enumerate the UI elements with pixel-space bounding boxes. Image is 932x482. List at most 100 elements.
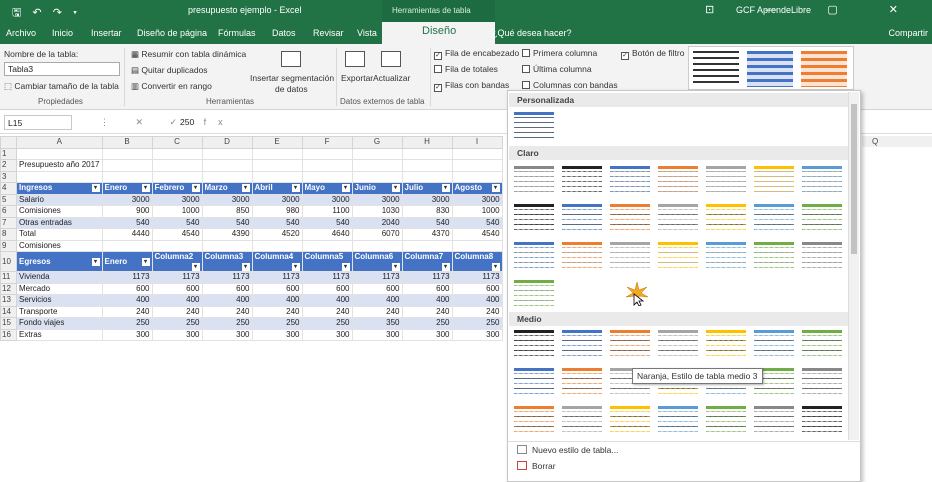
cell[interactable]: 1030	[351, 205, 403, 218]
cell[interactable]	[251, 159, 303, 172]
table-style-swatch[interactable]	[608, 403, 652, 435]
table-style-swatch[interactable]	[800, 365, 844, 397]
filter-dropdown-icon[interactable]: ▾	[241, 263, 250, 271]
table-style-swatch[interactable]	[704, 239, 748, 271]
cell[interactable]	[401, 170, 453, 183]
col-header[interactable]: E	[251, 136, 303, 149]
header-row-checkbox[interactable]: ✓ Fila de encabezado	[434, 48, 519, 60]
cell[interactable]: 400	[451, 294, 503, 307]
last-column-checkbox[interactable]: Última columna	[522, 64, 592, 74]
filter-dropdown-icon[interactable]: ▾	[491, 184, 500, 193]
cell[interactable]	[151, 170, 203, 183]
cell[interactable]	[451, 239, 503, 252]
cell[interactable]: 540	[151, 216, 203, 229]
cell[interactable]: 300	[251, 328, 303, 341]
cell[interactable]: 250	[451, 317, 503, 330]
tab-vista[interactable]: Vista	[357, 28, 377, 38]
cell[interactable]: 400	[251, 294, 303, 307]
col-header[interactable]: A	[16, 136, 103, 149]
cell[interactable]: 1173	[151, 271, 203, 284]
cell[interactable]	[251, 239, 303, 252]
cell[interactable]: 4370	[401, 228, 453, 241]
cell[interactable]: 850	[201, 205, 253, 218]
style-thumb-dark[interactable]	[693, 51, 739, 87]
table-style-swatch[interactable]	[560, 365, 604, 397]
cell[interactable]: Egresos ▾	[16, 251, 103, 272]
cell[interactable]: 4540	[151, 228, 203, 241]
filter-dropdown-icon[interactable]: ▾	[441, 263, 450, 271]
cell[interactable]: Columna3 ▾	[201, 251, 253, 272]
cell[interactable]: 240	[451, 305, 503, 318]
cell[interactable]	[201, 147, 253, 160]
table-style-swatch[interactable]	[800, 327, 844, 359]
cell[interactable]	[351, 159, 403, 172]
filter-dropdown-icon[interactable]: ▾	[341, 263, 350, 271]
cell[interactable]	[101, 147, 153, 160]
cell[interactable]: 250	[201, 317, 253, 330]
cell[interactable]: 540	[251, 216, 303, 229]
cell[interactable]: Agosto ▾	[451, 182, 503, 195]
gallery-scrollbar[interactable]	[848, 92, 859, 440]
table-style-swatch[interactable]	[560, 327, 604, 359]
cell[interactable]: Julio ▾	[401, 182, 453, 195]
table-style-swatch[interactable]	[752, 239, 796, 271]
cell[interactable]: 1173	[351, 271, 403, 284]
cell[interactable]: 250	[101, 317, 153, 330]
cell[interactable]: 540	[201, 216, 253, 229]
cell[interactable]: Abril ▾	[251, 182, 303, 195]
cell[interactable]	[151, 239, 203, 252]
col-header[interactable]: H	[401, 136, 453, 149]
banded-rows-checkbox[interactable]: ✓ Filas con bandas	[434, 80, 509, 92]
cell[interactable]: Columna6 ▾	[351, 251, 403, 272]
filter-dropdown-icon[interactable]: ▾	[291, 263, 300, 271]
cell[interactable]: Otras entradas	[16, 216, 103, 229]
cell[interactable]: 2040	[351, 216, 403, 229]
table-style-swatch[interactable]	[656, 201, 700, 233]
first-column-checkbox[interactable]: Primera columna	[522, 48, 597, 58]
cell[interactable]	[301, 147, 353, 160]
table-style-swatch[interactable]	[608, 239, 652, 271]
cell[interactable]	[151, 159, 203, 172]
table-style-swatch[interactable]	[656, 403, 700, 435]
tab-archivo[interactable]: Archivo	[6, 28, 36, 38]
tab-formulas[interactable]: Fórmulas	[218, 28, 256, 38]
cell[interactable]: 4640	[301, 228, 353, 241]
table-styles-gallery[interactable]: Personalizada Claro Medio Nuevo estilo d…	[507, 90, 861, 482]
table-style-swatch[interactable]	[608, 163, 652, 195]
cell[interactable]: 250	[251, 317, 303, 330]
cell[interactable]	[16, 147, 103, 160]
table-style-swatch[interactable]	[512, 327, 556, 359]
cell[interactable]: 300	[301, 328, 353, 341]
cell[interactable]: Comisiones	[16, 239, 103, 252]
table-style-swatch[interactable]	[608, 201, 652, 233]
cell[interactable]: 240	[201, 305, 253, 318]
table-style-swatch[interactable]	[656, 327, 700, 359]
cell[interactable]: Enero ▾	[101, 251, 153, 272]
cell[interactable]: 600	[101, 282, 153, 295]
cell[interactable]: Enero ▾	[101, 182, 153, 195]
cell[interactable]: 3000	[101, 193, 153, 206]
cell[interactable]: 300	[101, 328, 153, 341]
summarize-pivot-button[interactable]: ▦ Resumir con tabla dinámica	[131, 49, 246, 60]
total-row-checkbox[interactable]: Fila de totales	[434, 64, 498, 74]
cell[interactable]: 240	[101, 305, 153, 318]
row-header[interactable]: 7	[0, 216, 17, 229]
row-header[interactable]: 8	[0, 228, 17, 241]
cell[interactable]: 400	[201, 294, 253, 307]
table-style-swatch[interactable]	[656, 239, 700, 271]
row-header[interactable]: 10	[0, 251, 17, 272]
table-style-swatch[interactable]	[800, 239, 844, 271]
row-header[interactable]: 12	[0, 282, 17, 295]
cell[interactable]: 350	[351, 317, 403, 330]
cell[interactable]: 600	[151, 282, 203, 295]
remove-duplicates-button[interactable]: ▤ Quitar duplicados	[131, 65, 208, 76]
window-buttons[interactable]: ⊡ — ▢ ✕	[705, 3, 922, 16]
cell[interactable]: Marzo ▾	[201, 182, 253, 195]
table-style-swatch[interactable]	[704, 327, 748, 359]
cell[interactable]: 540	[101, 216, 153, 229]
convert-range-button[interactable]: ▥ Convertir en rango	[131, 81, 212, 92]
table-style-swatch[interactable]	[560, 403, 604, 435]
col-header[interactable]: I	[451, 136, 503, 149]
row-header[interactable]: 11	[0, 271, 17, 284]
cell[interactable]: 900	[101, 205, 153, 218]
